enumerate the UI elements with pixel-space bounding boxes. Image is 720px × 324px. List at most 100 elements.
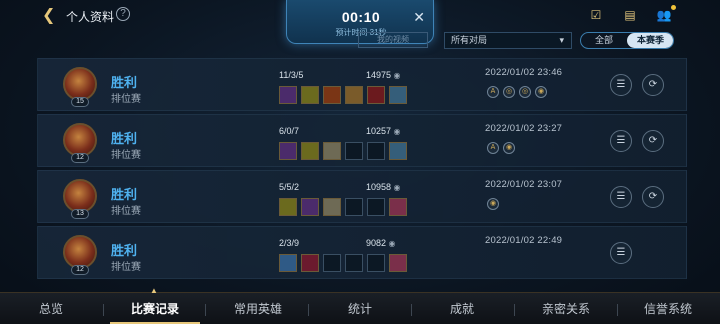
hero-level: 13: [71, 209, 89, 219]
tab-achievements[interactable]: 成就: [432, 293, 492, 324]
help-icon[interactable]: ?: [116, 7, 130, 21]
nav-divider: [308, 304, 309, 316]
details-list-icon[interactable]: ☰: [610, 74, 632, 96]
match-result: 胜利: [111, 75, 138, 90]
match-time: 2022/01/02 23:07: [485, 179, 563, 190]
badge-icon: ◉: [503, 142, 515, 154]
item-icon: [301, 142, 319, 160]
tab-common-heroes[interactable]: 常用英雄: [220, 293, 296, 324]
match-kda: 11/3/5: [279, 70, 304, 80]
empty-item-slot: [367, 254, 385, 272]
active-tab-indicator-icon: ▲: [150, 286, 158, 295]
tab-relationships[interactable]: 亲密关系: [528, 293, 604, 324]
hero-level: 12: [71, 265, 89, 275]
gold-value: 10257: [366, 126, 392, 136]
match-row[interactable]: 13 胜利 排位赛 5/5/2 10958 ◉ 2022/01/02 23:07…: [37, 170, 687, 223]
match-filter-dropdown[interactable]: 所有对局 ▾: [444, 32, 572, 49]
tab-reputation[interactable]: 信誉系统: [630, 293, 706, 324]
match-result: 胜利: [111, 187, 138, 202]
match-gold: 10257 ◉: [366, 126, 434, 136]
match-mode: 排位赛: [111, 262, 141, 273]
empty-item-slot: [323, 254, 341, 272]
page-title: 个人资料: [66, 10, 115, 24]
tab-match-history[interactable]: 比赛记录: [115, 293, 195, 324]
match-time: 2022/01/02 23:27: [485, 123, 563, 134]
details-list-icon[interactable]: ☰: [610, 186, 632, 208]
badge-icon: A: [487, 142, 499, 154]
item-icon: [323, 198, 341, 216]
coin-icon: ◉: [393, 71, 401, 80]
tab-overview[interactable]: 总览: [20, 293, 82, 324]
item-icon: [389, 254, 407, 272]
nav-divider: [411, 304, 412, 316]
hero-avatar: [63, 67, 97, 101]
chat-icon[interactable]: ▤: [622, 8, 638, 22]
match-time: 2022/01/02 23:46: [485, 67, 563, 78]
empty-item-slot: [367, 142, 385, 160]
gold-value: 9082: [366, 238, 387, 248]
item-icon: [389, 142, 407, 160]
top-bar: ❮ 个人资料 ? 00:10 预计时间 31秒 ✕ 我的视频 所有对局 ▾ 全部…: [0, 0, 720, 52]
coin-icon: ◉: [388, 239, 396, 248]
nav-divider: [617, 304, 618, 316]
segment-all[interactable]: 全部: [581, 33, 627, 48]
badge-icon: ◉: [487, 198, 499, 210]
match-row[interactable]: 12 胜利 排位赛 6/0/7 10257 ◉ 2022/01/02 23:27…: [37, 114, 687, 167]
badge-icon: ◎: [503, 86, 515, 98]
empty-item-slot: [345, 142, 363, 160]
coin-icon: ◉: [393, 183, 401, 192]
match-kda: 5/5/2: [279, 182, 300, 192]
hero-level: 15: [71, 97, 89, 107]
badge-icon: ◎: [519, 86, 531, 98]
chevron-down-icon: ▾: [559, 35, 564, 45]
match-kda: 6/0/7: [279, 126, 300, 136]
back-chevron-icon[interactable]: ❮: [42, 7, 60, 25]
replay-icon[interactable]: ⟳: [642, 186, 664, 208]
friends-icon[interactable]: 👥: [656, 8, 672, 22]
tab-statistics[interactable]: 统计: [330, 293, 390, 324]
badge-icon: ◉: [535, 86, 547, 98]
match-row[interactable]: 12 胜利 排位赛 2/3/9 9082 ◉ 2022/01/02 22:49 …: [37, 226, 687, 279]
details-list-icon[interactable]: ☰: [610, 130, 632, 152]
match-time: 2022/01/02 22:49: [485, 235, 563, 246]
notification-dot: [671, 5, 676, 10]
match-mode: 排位赛: [111, 94, 141, 105]
replay-icon[interactable]: ⟳: [642, 74, 664, 96]
item-icon: [279, 142, 297, 160]
empty-item-slot: [367, 198, 385, 216]
hero-avatar: [63, 123, 97, 157]
match-kda: 2/3/9: [279, 238, 300, 248]
item-icon: [345, 86, 363, 104]
gold-value: 10958: [366, 182, 392, 192]
empty-item-slot: [345, 198, 363, 216]
item-icon: [279, 86, 297, 104]
filter-value: 所有对局: [451, 35, 488, 45]
details-list-icon[interactable]: ☰: [610, 242, 632, 264]
badge-icon: A: [487, 86, 499, 98]
nav-divider: [514, 304, 515, 316]
segment-current-season[interactable]: 本赛季: [627, 33, 673, 48]
item-icon: [301, 86, 319, 104]
item-icon: [279, 254, 297, 272]
match-result: 胜利: [111, 131, 138, 146]
match-gold: 9082 ◉: [366, 238, 434, 248]
item-icon: [301, 198, 319, 216]
checklist-icon[interactable]: ☑: [588, 8, 604, 22]
match-result: 胜利: [111, 243, 138, 258]
match-gold: 10958 ◉: [366, 182, 434, 192]
item-icon: [367, 86, 385, 104]
season-toggle[interactable]: 全部 本赛季: [580, 32, 674, 49]
nav-divider: [103, 304, 104, 316]
close-icon[interactable]: ✕: [413, 9, 425, 26]
empty-item-slot: [345, 254, 363, 272]
match-mode: 排位赛: [111, 206, 141, 217]
my-video-button[interactable]: 我的视频: [358, 32, 428, 48]
item-icon: [323, 142, 341, 160]
hero-avatar: [63, 179, 97, 213]
coin-icon: ◉: [393, 127, 401, 136]
match-row[interactable]: 15 胜利 排位赛 11/3/5 14975 ◉ 2022/01/02 23:4…: [37, 58, 687, 111]
bottom-nav: 总览 比赛记录 常用英雄 统计 成就 亲密关系 信誉系统: [0, 292, 720, 324]
item-icon: [389, 86, 407, 104]
replay-icon[interactable]: ⟳: [642, 130, 664, 152]
hero-avatar: [63, 235, 97, 269]
